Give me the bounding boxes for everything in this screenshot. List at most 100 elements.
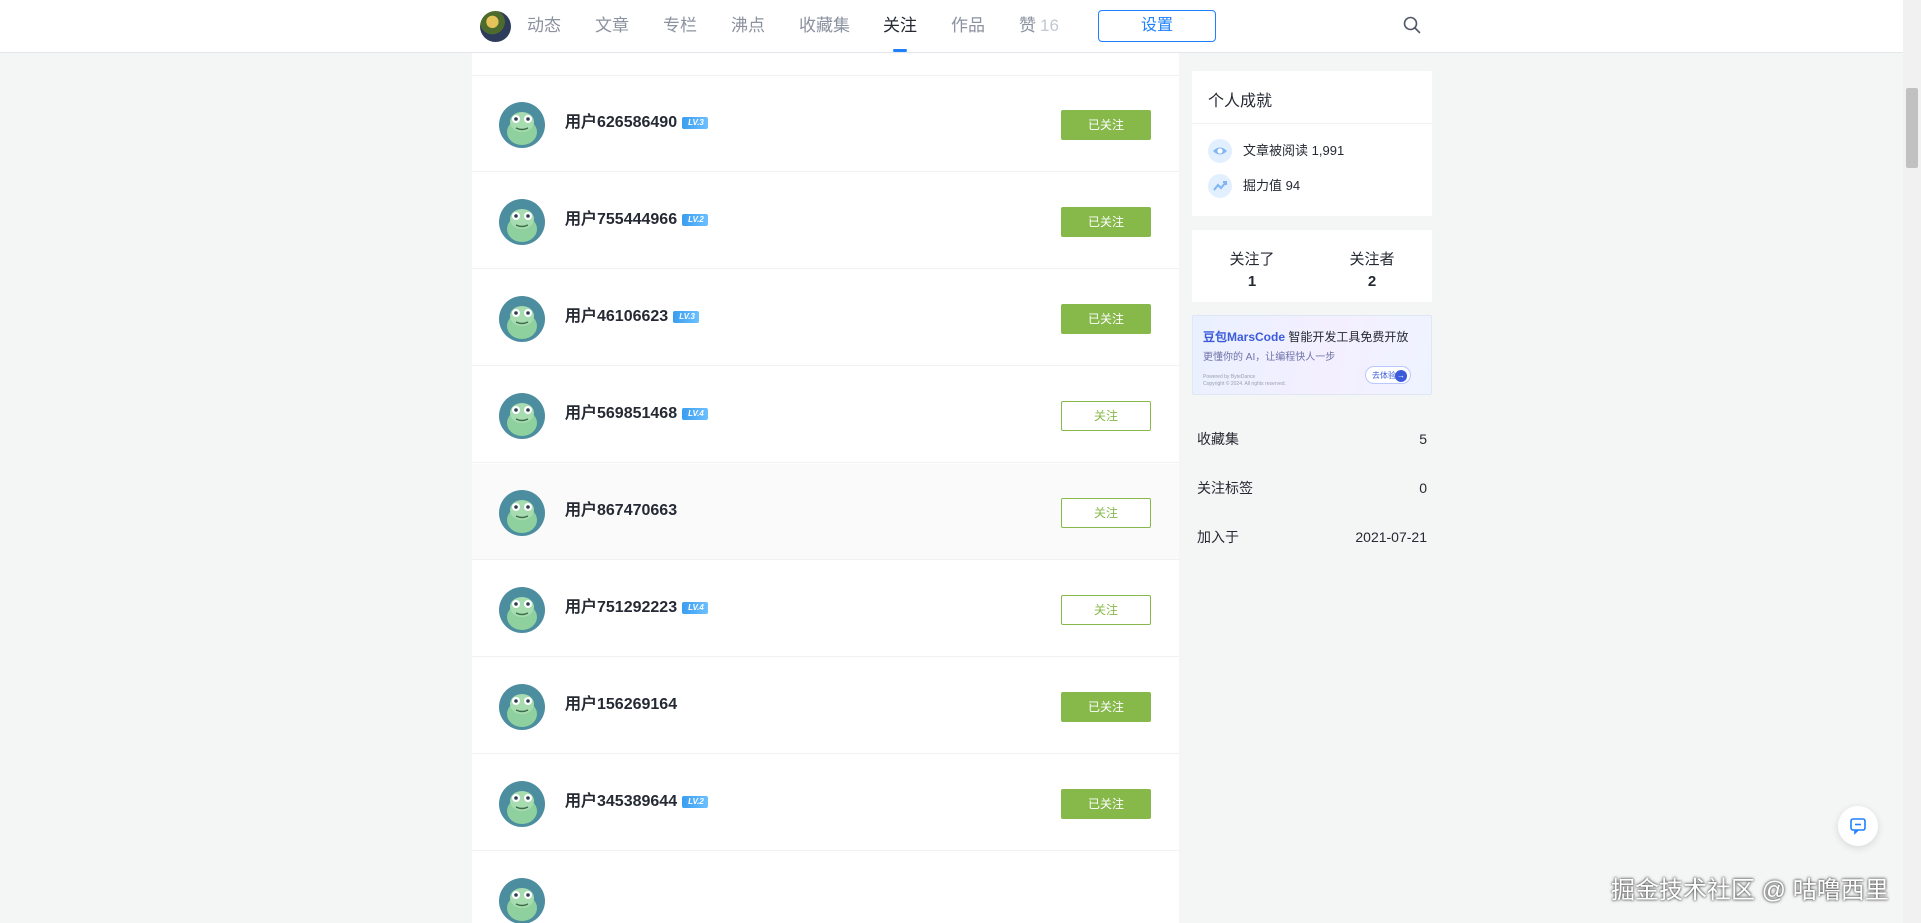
tab-articles[interactable]: 文章 (595, 0, 629, 52)
user-avatar[interactable] (499, 878, 545, 923)
list-item[interactable]: 用户156269164 已关注 (472, 658, 1179, 754)
level-badge: LV.3 (682, 117, 708, 129)
user-name-text[interactable]: 用户345389644 (565, 793, 677, 810)
follow-button[interactable]: 关注 (1061, 401, 1151, 431)
user-name-text[interactable]: 用户626586490 (565, 114, 677, 131)
feedback-button[interactable] (1838, 806, 1878, 846)
trend-icon (1208, 174, 1232, 198)
banner-fine-2: Copyright © 2024. All rights reserved. (1203, 381, 1286, 387)
user-avatar[interactable] (499, 199, 545, 245)
meta-collections-value: 5 (1419, 431, 1427, 447)
search-icon[interactable] (1402, 15, 1422, 35)
user-name-text[interactable]: 用户569851468 (565, 405, 677, 422)
tab-collections[interactable]: 收藏集 (799, 0, 850, 52)
following-count: 1 (1247, 273, 1257, 290)
list-item[interactable]: 用户626586490 LV.3 已关注 (472, 76, 1179, 172)
followers-label: 关注者 (1349, 251, 1395, 268)
achievements-card: 个人成就 文章被阅读 1,991 掘力值 94 (1192, 71, 1432, 216)
tab-activity[interactable]: 动态 (527, 0, 561, 52)
banner-fine-1: Powered by ByteDance (1203, 374, 1256, 380)
unfollow-button[interactable]: 已关注 (1061, 789, 1151, 819)
user-name[interactable]: 用户569851468 LV.4 (565, 403, 708, 425)
unfollow-button[interactable]: 已关注 (1061, 207, 1151, 237)
level-badge: LV.4 (682, 602, 708, 614)
tab-following[interactable]: 关注 (883, 0, 917, 52)
divider (1192, 123, 1432, 124)
user-avatar[interactable] (499, 102, 545, 148)
achievements-title: 个人成就 (1208, 93, 1273, 110)
user-name[interactable]: 用户345389644 LV.2 (565, 791, 708, 813)
following-stat[interactable]: 关注了 1 (1192, 248, 1312, 290)
user-avatar[interactable] (499, 393, 545, 439)
list-item[interactable] (472, 852, 1179, 923)
unfollow-button[interactable]: 已关注 (1061, 692, 1151, 722)
list-item[interactable]: 用户755444966 LV.2 已关注 (472, 173, 1179, 269)
user-name-text[interactable]: 用户46106623 (565, 308, 668, 325)
follow-button[interactable]: 关注 (1061, 595, 1151, 625)
tab-works[interactable]: 作品 (951, 0, 985, 52)
meta-collections[interactable]: 收藏集 5 (1197, 429, 1427, 449)
user-name[interactable]: 用户156269164 (565, 694, 677, 716)
power-value: 94 (1285, 178, 1301, 193)
follow-stats-card: 关注了 1 关注者 2 (1192, 230, 1432, 302)
scrollbar-thumb[interactable] (1906, 88, 1918, 168)
followers-count: 2 (1367, 273, 1377, 290)
user-avatar[interactable] (499, 684, 545, 730)
level-badge: LV.3 (673, 311, 699, 323)
banner-brand: 豆包MarsCode (1203, 330, 1286, 344)
user-name-text[interactable]: 用户867470663 (565, 502, 677, 519)
banner-fineprint: Powered by ByteDance Copyright © 2024. Al… (1203, 374, 1286, 388)
tab-pins[interactable]: 沸点 (731, 0, 765, 52)
following-list: 用户795951195LV.3已关注用户626586490LV.3已关注用户75… (472, 26, 1179, 923)
user-avatar[interactable] (480, 11, 511, 42)
list-item[interactable]: 用户46106623 LV.3 已关注 (472, 270, 1179, 366)
user-name[interactable]: 用户867470663 (565, 500, 677, 522)
list-item[interactable]: 用户345389644 LV.2 已关注 (472, 755, 1179, 851)
meta-joined: 加入于 2021-07-21 (1197, 527, 1427, 547)
tab-likes[interactable]: 赞 16 (1019, 0, 1059, 52)
meta-collections-label: 收藏集 (1197, 431, 1239, 447)
user-name-text[interactable]: 用户751292223 (565, 599, 677, 616)
list-item[interactable]: 用户569851468 LV.4 关注 (472, 367, 1179, 463)
user-avatar[interactable] (499, 490, 545, 536)
following-label: 关注了 (1229, 251, 1275, 268)
followers-stat[interactable]: 关注者 2 (1312, 248, 1432, 290)
reads-value: 1,991 (1311, 143, 1345, 158)
user-name-text[interactable]: 用户755444966 (565, 211, 677, 228)
user-avatar[interactable] (499, 781, 545, 827)
user-name[interactable]: 用户46106623 LV.3 (565, 306, 699, 328)
meta-tags-value: 0 (1419, 480, 1427, 496)
user-avatar[interactable] (499, 296, 545, 342)
list-item[interactable]: 用户867470663 关注 (472, 464, 1179, 560)
user-name[interactable]: 用户751292223 LV.4 (565, 597, 708, 619)
meta-joined-label: 加入于 (1197, 529, 1239, 545)
level-badge: LV.4 (682, 408, 708, 420)
likes-count: 16 (1040, 16, 1059, 35)
watermark: 掘金技术社区 @ 咕噜西里 (1611, 877, 1889, 904)
power-label: 掘力值 (1243, 178, 1283, 193)
top-nav: 动态 文章 专栏 沸点 收藏集 关注 作品 赞 16 设置 (0, 0, 1903, 53)
eye-icon (1208, 139, 1232, 163)
user-avatar[interactable] (499, 587, 545, 633)
unfollow-button[interactable]: 已关注 (1061, 110, 1151, 140)
tab-columns[interactable]: 专栏 (663, 0, 697, 52)
banner-headline-text: 智能开发工具免费开放 (1288, 330, 1409, 344)
unfollow-button[interactable]: 已关注 (1061, 304, 1151, 334)
list-item[interactable]: 用户751292223 LV.4 关注 (472, 561, 1179, 657)
banner-subline: 更懂你的 AI，让编程快人一步 (1203, 352, 1336, 363)
banner-try-button[interactable]: 去体验 (1365, 366, 1411, 384)
meta-tags[interactable]: 关注标签 0 (1197, 478, 1427, 498)
likes-label: 赞 (1019, 16, 1036, 35)
meta-joined-value: 2021-07-21 (1355, 529, 1427, 545)
level-badge: LV.2 (682, 214, 708, 226)
follow-button[interactable]: 关注 (1061, 498, 1151, 528)
user-name-text[interactable]: 用户156269164 (565, 696, 677, 713)
marscode-banner[interactable]: 豆包MarsCode 智能开发工具免费开放 更懂你的 AI，让编程快人一步 Po… (1192, 315, 1432, 395)
meta-tags-label: 关注标签 (1197, 480, 1253, 496)
level-badge: LV.2 (682, 796, 708, 808)
user-name[interactable]: 用户626586490 LV.3 (565, 112, 708, 134)
settings-button[interactable]: 设置 (1098, 10, 1216, 42)
chat-icon (1850, 818, 1866, 835)
banner-headline: 豆包MarsCode 智能开发工具免费开放 (1203, 328, 1408, 345)
user-name[interactable]: 用户755444966 LV.2 (565, 209, 708, 231)
